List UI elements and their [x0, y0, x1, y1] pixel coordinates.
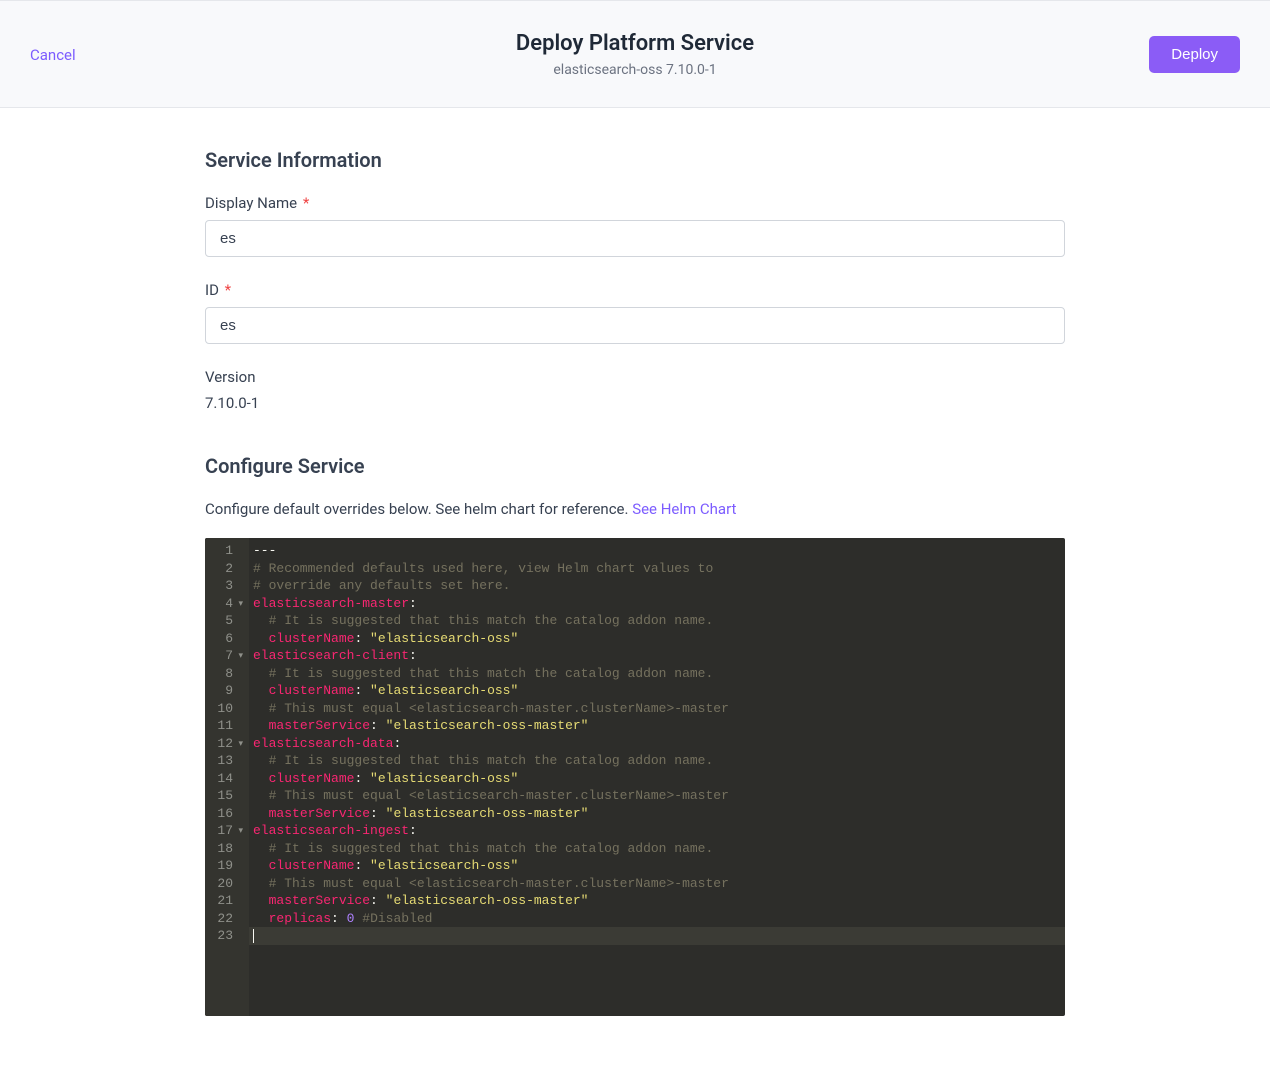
yaml-editor[interactable]: 1234▾567▾89101112▾1314151617▾18192021222… — [205, 538, 1065, 1016]
service-info-title: Service Information — [205, 148, 1065, 172]
code-line[interactable]: replicas: 0 #Disabled — [249, 910, 1065, 928]
version-label: Version — [205, 368, 1065, 386]
fold-marker-icon[interactable]: ▾ — [238, 825, 243, 838]
display-name-label-text: Display Name — [205, 194, 297, 212]
id-label-text: ID — [205, 281, 219, 299]
code-line[interactable]: clusterName: "elasticsearch-oss" — [249, 630, 1065, 648]
fold-marker-icon[interactable]: ▾ — [238, 650, 243, 663]
gutter-line-number: 21 — [211, 892, 241, 910]
code-line[interactable]: masterService: "elasticsearch-oss-master… — [249, 717, 1065, 735]
code-line[interactable]: clusterName: "elasticsearch-oss" — [249, 770, 1065, 788]
display-name-input[interactable] — [205, 220, 1065, 257]
gutter-line-number: 23 — [211, 927, 241, 945]
gutter-line-number: 19 — [211, 857, 241, 875]
gutter-line-number: 2 — [211, 560, 241, 578]
gutter-line-number: 14 — [211, 770, 241, 788]
id-input[interactable] — [205, 307, 1065, 344]
code-line[interactable]: # It is suggested that this match the ca… — [249, 665, 1065, 683]
gutter-line-number: 7▾ — [211, 647, 241, 665]
gutter-line-number: 20 — [211, 875, 241, 893]
gutter-line-number: 22 — [211, 910, 241, 928]
code-line[interactable]: # It is suggested that this match the ca… — [249, 752, 1065, 770]
code-line[interactable]: elasticsearch-ingest: — [249, 822, 1065, 840]
gutter-line-number: 9 — [211, 682, 241, 700]
display-name-label: Display Name * — [205, 194, 1065, 212]
content: Service Information Display Name * ID * … — [205, 108, 1065, 1076]
gutter-line-number: 13 — [211, 752, 241, 770]
deploy-button[interactable]: Deploy — [1149, 36, 1240, 73]
required-indicator: * — [225, 281, 231, 299]
configure-desc-text: Configure default overrides below. See h… — [205, 500, 632, 518]
editor-lines[interactable]: ---# Recommended defaults used here, vie… — [249, 538, 1065, 1016]
gutter-line-number: 1 — [211, 542, 241, 560]
gutter-line-number: 10 — [211, 700, 241, 718]
code-line[interactable]: elasticsearch-data: — [249, 735, 1065, 753]
code-line[interactable]: elasticsearch-master: — [249, 595, 1065, 613]
version-value: 7.10.0-1 — [205, 394, 1065, 412]
id-label: ID * — [205, 281, 1065, 299]
code-line[interactable]: # This must equal <elasticsearch-master.… — [249, 875, 1065, 893]
gutter-line-number: 5 — [211, 612, 241, 630]
code-line[interactable]: # It is suggested that this match the ca… — [249, 840, 1065, 858]
configure-title: Configure Service — [205, 454, 1065, 478]
cancel-link[interactable]: Cancel — [30, 46, 76, 64]
code-line[interactable]: # This must equal <elasticsearch-master.… — [249, 787, 1065, 805]
required-indicator: * — [303, 194, 309, 212]
page-title: Deploy Platform Service — [150, 31, 1120, 56]
gutter-line-number: 18 — [211, 840, 241, 858]
gutter-line-number: 16 — [211, 805, 241, 823]
display-name-group: Display Name * — [205, 194, 1065, 257]
code-line[interactable] — [249, 927, 1065, 945]
header-right: Deploy — [1120, 36, 1240, 73]
gutter-line-number: 3 — [211, 577, 241, 595]
code-line[interactable]: # override any defaults set here. — [249, 577, 1065, 595]
helm-chart-link[interactable]: See Helm Chart — [632, 500, 736, 518]
fold-marker-icon[interactable]: ▾ — [238, 598, 243, 611]
editor-gutter: 1234▾567▾89101112▾1314151617▾18192021222… — [205, 538, 249, 1016]
gutter-line-number: 6 — [211, 630, 241, 648]
code-line[interactable]: elasticsearch-client: — [249, 647, 1065, 665]
code-line[interactable]: masterService: "elasticsearch-oss-master… — [249, 892, 1065, 910]
page-subtitle: elasticsearch-oss 7.10.0-1 — [150, 62, 1120, 78]
gutter-line-number: 17▾ — [211, 822, 241, 840]
editor-cursor — [253, 929, 254, 943]
page-header: Cancel Deploy Platform Service elasticse… — [0, 0, 1270, 108]
gutter-line-number: 15 — [211, 787, 241, 805]
gutter-line-number: 4▾ — [211, 595, 241, 613]
fold-marker-icon[interactable]: ▾ — [238, 738, 243, 751]
code-line[interactable]: clusterName: "elasticsearch-oss" — [249, 857, 1065, 875]
gutter-line-number: 8 — [211, 665, 241, 683]
header-left: Cancel — [30, 45, 150, 64]
code-line[interactable]: masterService: "elasticsearch-oss-master… — [249, 805, 1065, 823]
header-center: Deploy Platform Service elasticsearch-os… — [150, 31, 1120, 78]
code-line[interactable]: clusterName: "elasticsearch-oss" — [249, 682, 1065, 700]
version-group: Version 7.10.0-1 — [205, 368, 1065, 412]
code-line[interactable]: # Recommended defaults used here, view H… — [249, 560, 1065, 578]
code-line[interactable]: --- — [249, 542, 1065, 560]
gutter-line-number: 12▾ — [211, 735, 241, 753]
code-line[interactable]: # It is suggested that this match the ca… — [249, 612, 1065, 630]
code-line[interactable]: # This must equal <elasticsearch-master.… — [249, 700, 1065, 718]
configure-section: Configure Service Configure default over… — [205, 454, 1065, 1016]
gutter-line-number: 11 — [211, 717, 241, 735]
id-group: ID * — [205, 281, 1065, 344]
configure-description: Configure default overrides below. See h… — [205, 500, 1065, 518]
